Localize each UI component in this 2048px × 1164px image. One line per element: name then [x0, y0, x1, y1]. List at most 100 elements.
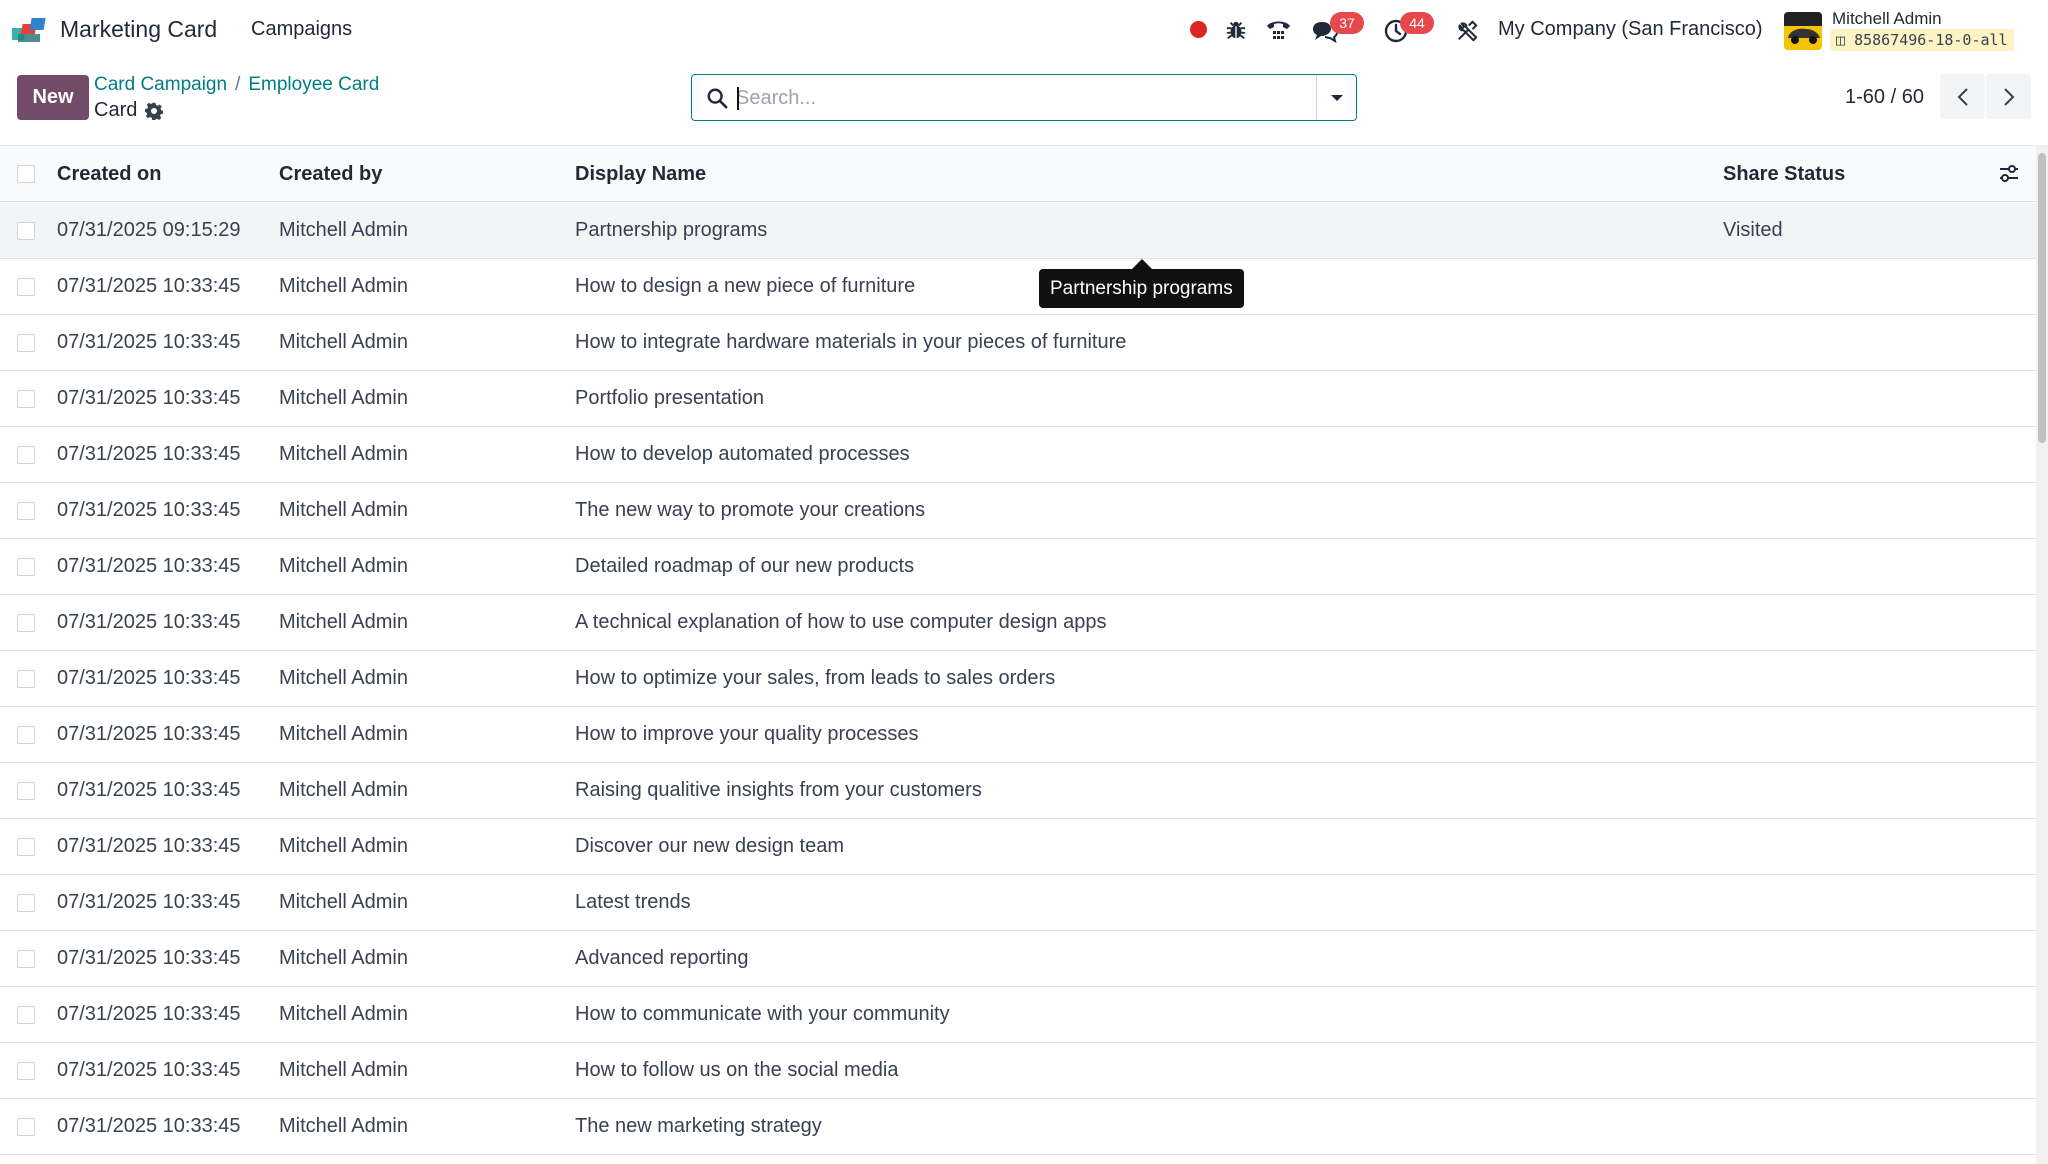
pager-value[interactable]: 1-60 / 60 — [1845, 86, 1924, 109]
cell-created-by[interactable]: Mitchell Admin — [279, 499, 408, 522]
column-header-created-on[interactable]: Created on — [57, 163, 161, 186]
row-checkbox[interactable] — [17, 1118, 35, 1136]
cell-created-by[interactable]: Mitchell Admin — [279, 947, 408, 970]
table-row[interactable]: 07/31/2025 10:33:45 Mitchell Admin A techn… — [0, 595, 2036, 651]
tools-icon[interactable] — [1456, 20, 1478, 42]
cell-created-by[interactable]: Mitchell Admin — [279, 219, 408, 242]
table-row[interactable]: 07/31/2025 10:33:45 Mitchell Admin How to … — [0, 651, 2036, 707]
row-checkbox[interactable] — [17, 894, 35, 912]
recording-dot-icon[interactable] — [1190, 21, 1207, 38]
cell-created-by[interactable]: Mitchell Admin — [279, 891, 408, 914]
cell-created-by[interactable]: Mitchell Admin — [279, 387, 408, 410]
table-row[interactable]: 07/31/2025 09:15:29 Mitchell Admin Partner… — [0, 203, 2036, 259]
app-name[interactable]: Marketing Card — [60, 16, 217, 43]
table-row[interactable]: 07/31/2025 10:33:45 Mitchell Admin How to … — [0, 259, 2036, 315]
cell-display-name[interactable]: How to communicate with your community — [575, 1003, 950, 1026]
search-input[interactable] — [736, 83, 1296, 113]
cell-created-on[interactable]: 07/31/2025 10:33:45 — [57, 555, 241, 578]
cell-created-on[interactable]: 07/31/2025 10:33:45 — [57, 947, 241, 970]
cell-display-name[interactable]: Raising qualitive insights from your cus… — [575, 779, 982, 802]
cell-created-by[interactable]: Mitchell Admin — [279, 1003, 408, 1026]
table-row[interactable]: 07/31/2025 10:33:45 Mitchell Admin Portfol… — [0, 371, 2036, 427]
row-checkbox[interactable] — [17, 726, 35, 744]
cell-display-name[interactable]: Discover our new design team — [575, 835, 844, 858]
cell-created-on[interactable]: 07/31/2025 10:33:45 — [57, 723, 241, 746]
select-all-checkbox[interactable] — [17, 165, 35, 183]
cell-share-status[interactable]: Visited — [1723, 219, 1783, 242]
table-row[interactable]: 07/31/2025 10:33:45 Mitchell Admin Discove… — [0, 819, 2036, 875]
breadcrumb-card-campaign[interactable]: Card Campaign — [94, 74, 227, 95]
cell-created-by[interactable]: Mitchell Admin — [279, 1059, 408, 1082]
phone-icon[interactable] — [1265, 17, 1292, 43]
row-checkbox[interactable] — [17, 334, 35, 352]
cell-created-by[interactable]: Mitchell Admin — [279, 443, 408, 466]
cell-created-on[interactable]: 07/31/2025 10:33:45 — [57, 331, 241, 354]
avatar[interactable] — [1784, 12, 1822, 50]
pager-previous-button[interactable] — [1940, 74, 1985, 119]
cell-display-name[interactable]: Latest trends — [575, 891, 691, 914]
table-row[interactable]: 07/31/2025 10:33:45 Mitchell Admin How to … — [0, 315, 2036, 371]
cell-display-name[interactable]: The new marketing strategy — [575, 1115, 822, 1138]
cell-display-name[interactable]: How to improve your quality processes — [575, 723, 918, 746]
cell-created-by[interactable]: Mitchell Admin — [279, 723, 408, 746]
row-checkbox[interactable] — [17, 446, 35, 464]
cell-display-name[interactable]: Detailed roadmap of our new products — [575, 555, 914, 578]
cell-display-name[interactable]: How to optimize your sales, from leads t… — [575, 667, 1055, 690]
row-checkbox[interactable] — [17, 670, 35, 688]
table-row[interactable]: 07/31/2025 10:33:45 Mitchell Admin Detaile… — [0, 539, 2036, 595]
cell-display-name[interactable]: A technical explanation of how to use co… — [575, 611, 1106, 634]
cell-created-by[interactable]: Mitchell Admin — [279, 835, 408, 858]
row-checkbox[interactable] — [17, 222, 35, 240]
row-checkbox[interactable] — [17, 838, 35, 856]
cell-created-on[interactable]: 07/31/2025 10:33:45 — [57, 1059, 241, 1082]
cell-created-on[interactable]: 07/31/2025 10:33:45 — [57, 275, 241, 298]
column-header-share-status[interactable]: Share Status — [1723, 163, 1845, 186]
cell-created-by[interactable]: Mitchell Admin — [279, 275, 408, 298]
breadcrumb-employee-card[interactable]: Employee Card — [248, 74, 379, 95]
row-checkbox[interactable] — [17, 502, 35, 520]
cell-created-by[interactable]: Mitchell Admin — [279, 331, 408, 354]
cell-created-by[interactable]: Mitchell Admin — [279, 667, 408, 690]
cell-created-on[interactable]: 07/31/2025 10:33:45 — [57, 611, 241, 634]
row-checkbox[interactable] — [17, 1062, 35, 1080]
cell-created-on[interactable]: 07/31/2025 10:33:45 — [57, 443, 241, 466]
cell-display-name[interactable]: How to follow us on the social media — [575, 1059, 899, 1082]
cell-created-on[interactable]: 07/31/2025 09:15:29 — [57, 219, 241, 242]
cell-display-name[interactable]: How to design a new piece of furniture — [575, 275, 915, 298]
table-row[interactable]: 07/31/2025 10:33:45 Mitchell Admin How to … — [0, 427, 2036, 483]
table-row[interactable]: 07/31/2025 10:33:45 Mitchell Admin Raising… — [0, 763, 2036, 819]
cell-created-on[interactable]: 07/31/2025 10:33:45 — [57, 387, 241, 410]
row-checkbox[interactable] — [17, 558, 35, 576]
scrollbar-thumb[interactable] — [2038, 153, 2046, 443]
column-header-display-name[interactable]: Display Name — [575, 163, 706, 186]
cell-display-name[interactable]: How to develop automated processes — [575, 443, 910, 466]
row-checkbox[interactable] — [17, 390, 35, 408]
table-row[interactable]: 07/31/2025 10:33:45 Mitchell Admin The new… — [0, 1099, 2036, 1155]
cell-created-on[interactable]: 07/31/2025 10:33:45 — [57, 1115, 241, 1138]
cell-created-on[interactable]: 07/31/2025 10:33:45 — [57, 667, 241, 690]
cell-display-name[interactable]: How to integrate hardware materials in y… — [575, 331, 1126, 354]
cell-created-by[interactable]: Mitchell Admin — [279, 779, 408, 802]
cell-created-on[interactable]: 07/31/2025 10:33:45 — [57, 1003, 241, 1026]
company-switcher[interactable]: My Company (San Francisco) — [1498, 18, 1763, 41]
scrollbar[interactable] — [2036, 145, 2048, 1164]
cell-created-on[interactable]: 07/31/2025 10:33:45 — [57, 779, 241, 802]
bug-icon[interactable] — [1225, 19, 1247, 41]
row-checkbox[interactable] — [17, 1006, 35, 1024]
app-logo-icon[interactable] — [12, 16, 50, 44]
cell-created-by[interactable]: Mitchell Admin — [279, 555, 408, 578]
table-row[interactable]: 07/31/2025 10:33:45 Mitchell Admin How to … — [0, 707, 2036, 763]
cell-display-name[interactable]: Portfolio presentation — [575, 387, 764, 410]
column-settings-icon[interactable] — [1998, 163, 2020, 185]
row-checkbox[interactable] — [17, 782, 35, 800]
table-row[interactable]: 07/31/2025 10:33:45 Mitchell Admin Advance… — [0, 931, 2036, 987]
cell-display-name[interactable]: The new way to promote your creations — [575, 499, 925, 522]
cell-display-name[interactable]: Partnership programs — [575, 219, 767, 242]
cell-created-on[interactable]: 07/31/2025 10:33:45 — [57, 891, 241, 914]
row-checkbox[interactable] — [17, 614, 35, 632]
table-row[interactable]: 07/31/2025 10:33:45 Mitchell Admin How to … — [0, 987, 2036, 1043]
user-name[interactable]: Mitchell Admin — [1832, 9, 1942, 29]
table-row[interactable]: 07/31/2025 10:33:45 Mitchell Admin The new… — [0, 483, 2036, 539]
cell-created-by[interactable]: Mitchell Admin — [279, 1115, 408, 1138]
menu-item-campaigns[interactable]: Campaigns — [251, 18, 352, 41]
